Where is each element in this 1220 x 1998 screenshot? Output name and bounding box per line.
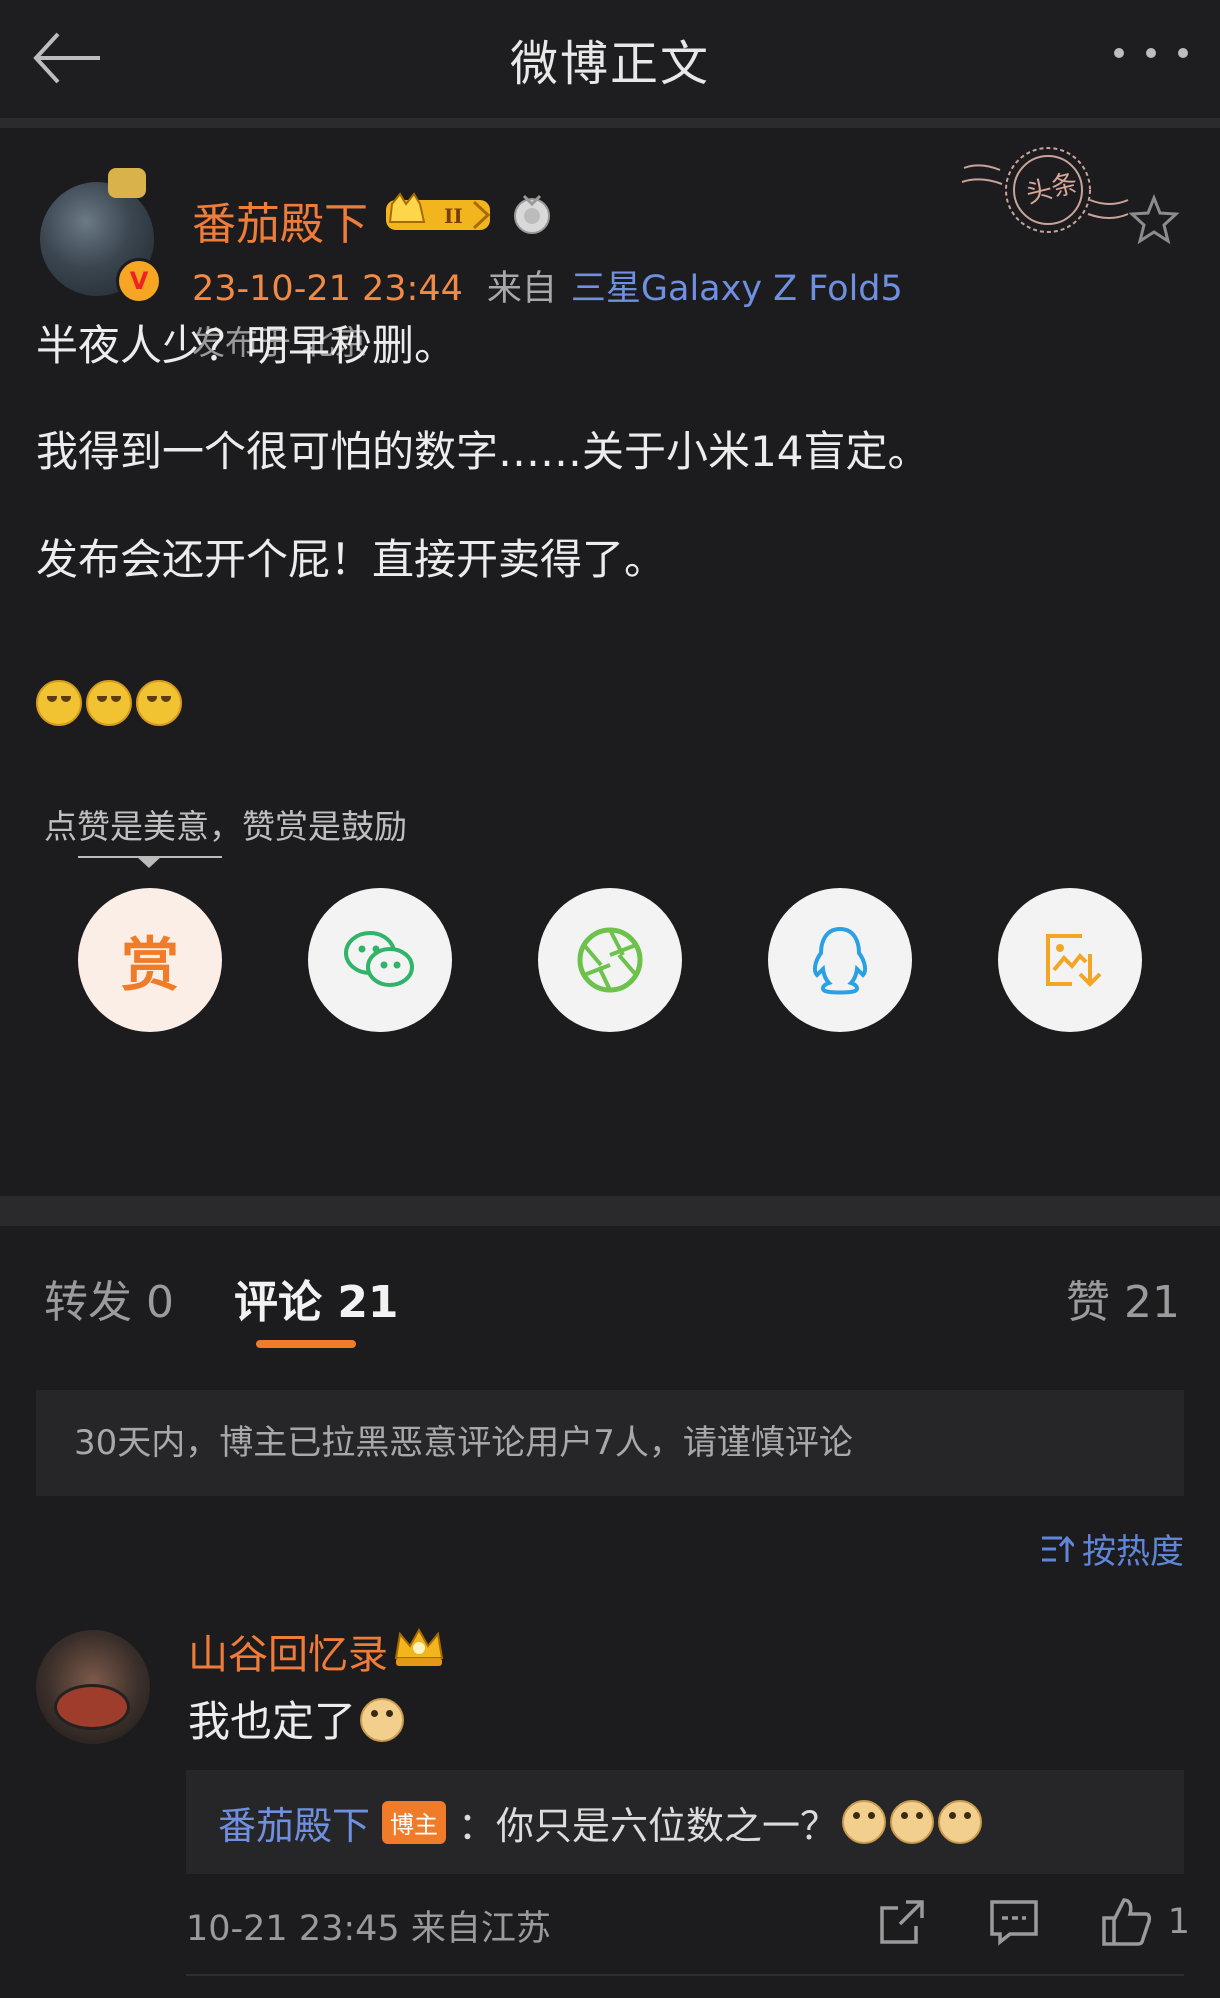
avatar-mirror-image bbox=[54, 1684, 130, 1730]
share-row: 赏 bbox=[0, 888, 1220, 1038]
avatar-pendant-icon bbox=[108, 168, 146, 198]
like-thumb-icon[interactable] bbox=[1100, 1896, 1152, 1948]
share-moments-button[interactable] bbox=[538, 888, 682, 1032]
comment-body: 我也定了 bbox=[188, 1697, 357, 1746]
doge-emoji-icon bbox=[938, 1800, 983, 1844]
source-label: 来自 bbox=[486, 269, 557, 309]
page-title: 微博正文 bbox=[509, 36, 710, 92]
medal-icon[interactable] bbox=[512, 192, 552, 236]
vip-crown-icon[interactable] bbox=[392, 1624, 446, 1668]
comment-divider bbox=[186, 1974, 1184, 1976]
tab-repost[interactable]: 转发 0 bbox=[44, 1266, 174, 1330]
favorite-star-icon[interactable] bbox=[1128, 194, 1180, 246]
sort-label: 按热度 bbox=[1082, 1532, 1184, 1572]
reply-author[interactable]: 番茄殿下 bbox=[218, 1795, 370, 1850]
laugh-cry-emoji-icon bbox=[86, 680, 132, 726]
post-paragraph-3: 发布会还开个屁！直接开卖得了。 bbox=[36, 535, 667, 584]
laugh-cry-emoji-icon bbox=[136, 680, 182, 726]
post-meta: 23-10-21 23:44 来自 三星Galaxy Z Fold5 bbox=[192, 260, 903, 311]
sort-icon bbox=[1042, 1535, 1074, 1562]
reply-text: ：你只是六位数之一？ bbox=[458, 1803, 839, 1848]
post-datetime: 23-10-21 23:44 bbox=[192, 269, 463, 309]
more-dots-icon[interactable] bbox=[1114, 48, 1188, 58]
post-paragraph-1: 半夜人少？明早秒删。 bbox=[36, 321, 457, 370]
stamp-text: 头条 bbox=[1023, 168, 1081, 210]
post-paragraph-2: 我得到一个很可怕的数字……关于小米14盲定。 bbox=[36, 427, 930, 476]
laugh-cry-emoji-icon bbox=[36, 680, 82, 726]
section-divider bbox=[0, 1196, 1220, 1226]
reward-tip-label: 点赞是美意，赞赏是鼓励 bbox=[44, 807, 407, 846]
sort-button[interactable]: 按热度 bbox=[1040, 1524, 1184, 1573]
doge-emoji-icon bbox=[890, 1800, 935, 1844]
commenter-name[interactable]: 山谷回忆录 bbox=[188, 1622, 388, 1680]
doge-emoji-icon bbox=[360, 1698, 405, 1742]
author-name[interactable]: 番茄殿下 bbox=[192, 188, 368, 252]
qq-penguin-icon bbox=[812, 926, 868, 995]
comment-like-count: 1 bbox=[1167, 1902, 1190, 1942]
active-tab-indicator bbox=[256, 1340, 356, 1348]
doge-emoji-icon bbox=[842, 1800, 887, 1844]
wechat-icon bbox=[344, 931, 414, 987]
save-image-button[interactable] bbox=[998, 888, 1142, 1032]
vip-crown-icon[interactable]: II bbox=[384, 192, 496, 236]
emoji-row bbox=[36, 680, 182, 726]
tab-comment[interactable]: 评论 21 bbox=[234, 1266, 399, 1330]
headline-stamp-icon: 头条 bbox=[961, 147, 1129, 233]
reward-button[interactable]: 赏 bbox=[78, 888, 222, 1032]
tip-caret-icon bbox=[136, 856, 162, 868]
tab-like[interactable]: 赞 21 bbox=[1066, 1266, 1180, 1330]
tab-bar: 转发 0 评论 21 赞 21 bbox=[0, 1226, 1220, 1358]
repost-icon[interactable] bbox=[876, 1896, 928, 1948]
commenter-avatar[interactable] bbox=[36, 1630, 150, 1744]
top-bar: 微博正文 bbox=[0, 0, 1220, 128]
author-reply[interactable]: 番茄殿下 博主 ：你只是六位数之一？ bbox=[186, 1770, 1184, 1874]
comment-text: 我也定了 bbox=[188, 1688, 405, 1749]
share-qq-button[interactable] bbox=[768, 888, 912, 1032]
comment-time-location: 10-21 23:45 来自江苏 bbox=[186, 1909, 551, 1949]
share-wechat-button[interactable] bbox=[308, 888, 452, 1032]
reward-label: 赏 bbox=[120, 931, 179, 999]
save-image-icon bbox=[1046, 934, 1102, 987]
moments-aperture-icon bbox=[577, 927, 643, 993]
device-link[interactable]: 三星Galaxy Z Fold5 bbox=[571, 269, 903, 309]
comment-notice: 30天内，博主已拉黑恶意评论用户7人，请谨慎评论 bbox=[36, 1390, 1184, 1496]
blogger-badge: 博主 bbox=[382, 1800, 447, 1844]
reply-comment-icon[interactable] bbox=[988, 1896, 1040, 1948]
verified-v-icon: V bbox=[116, 258, 162, 304]
comment-actions: 1 bbox=[816, 1896, 1190, 1948]
svg-text:II: II bbox=[444, 204, 463, 228]
